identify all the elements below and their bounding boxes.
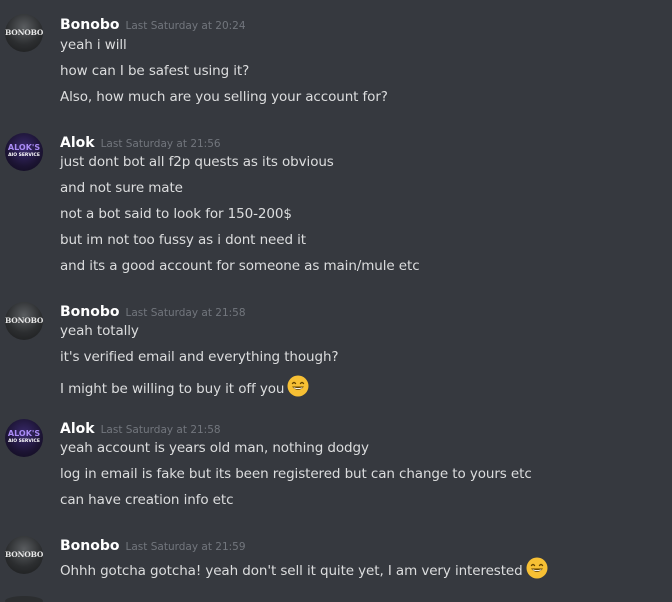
timestamp[interactable]: Last Saturday at 20:24 <box>126 20 246 32</box>
message-header: Alok Last Saturday at 21:58 <box>60 418 221 437</box>
timestamp[interactable]: Last Saturday at 21:58 <box>101 424 221 436</box>
avatar-label: BONOBO <box>5 28 43 37</box>
message-text: yeah account is years old man, nothing d… <box>60 440 369 456</box>
message-text: log in email is fake but its been regist… <box>60 466 532 482</box>
message-text: yeah i will <box>60 37 127 53</box>
message-header: Bonobo Last Saturday at 20:24 <box>60 14 246 33</box>
message-text: not a bot said to look for 150-200$ <box>60 206 292 222</box>
message-text: it's verified email and everything thoug… <box>60 349 339 365</box>
chat-message-list: BONOBO Bonobo Last Saturday at 20:24 yeah… <box>0 0 672 602</box>
message-text: and its a good account for someone as ma… <box>60 258 420 274</box>
avatar-sublabel: AIO SERVICE <box>8 439 40 444</box>
user-avatar[interactable]: BONOBO <box>5 14 43 52</box>
message-text: just dont bot all f2p quests as its obvi… <box>60 154 334 170</box>
next-user-avatar-partial <box>5 596 43 602</box>
timestamp[interactable]: Last Saturday at 21:58 <box>126 307 246 319</box>
username[interactable]: Bonobo <box>60 538 120 554</box>
avatar-label: BONOBO <box>5 550 43 559</box>
avatar-label: ALOK'S <box>7 143 41 152</box>
message-header: Bonobo Last Saturday at 21:59 <box>60 535 246 554</box>
message-header: Bonobo Last Saturday at 21:58 <box>60 301 246 320</box>
message-text: and not sure mate <box>60 180 183 196</box>
user-avatar[interactable]: BONOBO <box>5 536 43 574</box>
username[interactable]: Bonobo <box>60 17 120 33</box>
message-line-with-emoji: I might be willing to buy it off you <box>60 375 309 401</box>
smile-emoji-icon <box>526 557 548 583</box>
message-text: I might be willing to buy it off you <box>60 381 285 397</box>
user-avatar[interactable]: ALOK'S AIO SERVICE <box>5 133 43 171</box>
user-avatar[interactable]: BONOBO <box>5 302 43 340</box>
message-text: Also, how much are you selling your acco… <box>60 89 388 105</box>
message-header: Alok Last Saturday at 21:56 <box>60 132 221 151</box>
message-text: how can I be safest using it? <box>60 63 250 79</box>
message-text: can have creation info etc <box>60 492 234 508</box>
smile-emoji-icon <box>287 375 309 401</box>
message-text: yeah totally <box>60 323 139 339</box>
message-text: but im not too fussy as i dont need it <box>60 232 306 248</box>
message-line-with-emoji: Ohhh gotcha gotcha! yeah don't sell it q… <box>60 557 548 583</box>
username[interactable]: Alok <box>60 135 95 151</box>
avatar-label: BONOBO <box>5 316 43 325</box>
timestamp[interactable]: Last Saturday at 21:56 <box>101 138 221 150</box>
avatar-label: ALOK'S <box>7 429 41 438</box>
user-avatar[interactable]: ALOK'S AIO SERVICE <box>5 419 43 457</box>
avatar-sublabel: AIO SERVICE <box>8 153 40 158</box>
timestamp[interactable]: Last Saturday at 21:59 <box>126 541 246 553</box>
username[interactable]: Bonobo <box>60 304 120 320</box>
message-text: Ohhh gotcha gotcha! yeah don't sell it q… <box>60 563 523 579</box>
username[interactable]: Alok <box>60 421 95 437</box>
